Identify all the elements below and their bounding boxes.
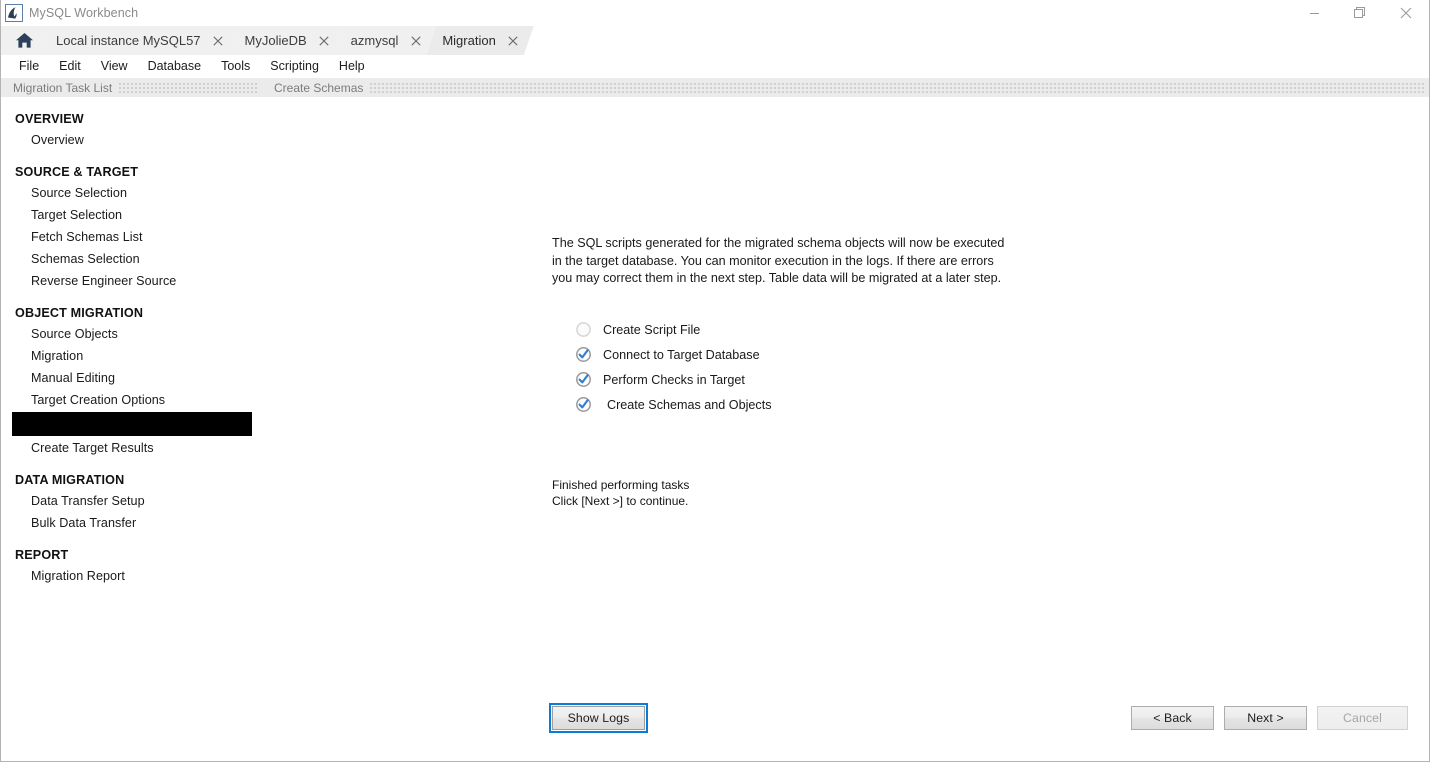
minimize-icon <box>1309 8 1320 19</box>
tab-local-instance-mysql57[interactable]: Local instance MySQL57 <box>40 26 239 55</box>
sidebar-item-reverse-engineer-source[interactable]: Reverse Engineer Source <box>12 270 252 292</box>
create-schemas-page: The SQL scripts generated for the migrat… <box>262 97 1429 752</box>
task-label: Perform Checks in Target <box>603 373 745 387</box>
sidebar-item-migration-report[interactable]: Migration Report <box>12 565 252 587</box>
tab-label: Local instance MySQL57 <box>56 33 201 48</box>
task-checklist: Create Script File Connect to Target Dat… <box>575 317 772 417</box>
content-header-label: Create Schemas <box>274 81 370 95</box>
task-row-connect-to-target-database: Connect to Target Database <box>575 342 772 367</box>
sidebar-item-target-creation-options[interactable]: Target Creation Options <box>12 389 252 411</box>
window-title: MySQL Workbench <box>29 6 138 20</box>
content-panel: Create Schemas The SQL scripts generated… <box>262 78 1429 752</box>
task-group-object-migration: OBJECT MIGRATION <box>12 303 252 323</box>
tab-strip: Local instance MySQL57 MyJolieDB azmysql <box>1 26 1429 55</box>
task-group-overview: OVERVIEW <box>12 109 252 129</box>
close-button[interactable] <box>1383 0 1429 26</box>
intro-description: The SQL scripts generated for the migrat… <box>552 235 1022 288</box>
mysql-dolphin-icon <box>5 4 23 22</box>
close-icon <box>1400 7 1412 19</box>
grip-texture <box>119 82 258 93</box>
task-list-container: OVERVIEW Overview SOURCE & TARGET Source… <box>12 97 252 742</box>
sidebar-item-overview[interactable]: Overview <box>12 129 252 151</box>
tab-close-icon[interactable] <box>507 34 520 47</box>
sidebar-panel: Migration Task List OVERVIEW Overview SO… <box>1 78 262 752</box>
task-row-perform-checks-in-target: Perform Checks in Target <box>575 367 772 392</box>
checkbox-checked-icon[interactable] <box>575 346 592 363</box>
maximize-button[interactable] <box>1337 0 1383 26</box>
content-header: Create Schemas <box>262 78 1429 97</box>
sidebar-header-label: Migration Task List <box>13 81 119 95</box>
title-bar: MySQL Workbench <box>1 0 1429 26</box>
next-button[interactable]: Next > <box>1224 706 1307 730</box>
tab-myjoliedb[interactable]: MyJolieDB <box>229 26 345 55</box>
task-label: Create Schemas and Objects <box>603 398 772 412</box>
window-controls <box>1291 0 1429 26</box>
menu-help[interactable]: Help <box>329 57 375 75</box>
status-message: Finished performing tasks Click [Next >]… <box>552 478 689 509</box>
sidebar-item-manual-editing[interactable]: Manual Editing <box>12 367 252 389</box>
spacer <box>12 151 252 162</box>
menu-bar: File Edit View Database Tools Scripting … <box>1 55 1429 77</box>
checkbox-unchecked-icon[interactable] <box>575 321 592 338</box>
sidebar-item-target-selection[interactable]: Target Selection <box>12 204 252 226</box>
minimize-button[interactable] <box>1291 0 1337 26</box>
back-button[interactable]: < Back <box>1131 706 1214 730</box>
spacer <box>12 534 252 545</box>
sidebar-header: Migration Task List <box>1 78 262 97</box>
sidebar-item-create-schemas[interactable]: Create Schemas <box>12 412 252 436</box>
menu-tools[interactable]: Tools <box>211 57 260 75</box>
spacer <box>12 292 252 303</box>
task-row-create-script-file: Create Script File <box>575 317 772 342</box>
sidebar-item-bulk-data-transfer[interactable]: Bulk Data Transfer <box>12 512 252 534</box>
menu-edit[interactable]: Edit <box>49 57 91 75</box>
tab-label: Migration <box>442 33 495 48</box>
task-label: Connect to Target Database <box>603 348 760 362</box>
spacer <box>12 459 252 470</box>
sidebar-item-create-target-results[interactable]: Create Target Results <box>12 437 252 459</box>
checkbox-checked-icon[interactable] <box>575 396 592 413</box>
menu-view[interactable]: View <box>91 57 138 75</box>
home-icon <box>15 32 34 49</box>
task-group-report: REPORT <box>12 545 252 565</box>
sidebar-item-schemas-selection[interactable]: Schemas Selection <box>12 248 252 270</box>
show-logs-button[interactable]: Show Logs <box>552 706 645 730</box>
checkbox-checked-icon[interactable] <box>575 371 592 388</box>
tab-close-icon[interactable] <box>409 34 422 47</box>
task-group-source-target: SOURCE & TARGET <box>12 162 252 182</box>
tab-close-icon[interactable] <box>212 34 225 47</box>
sidebar-item-source-objects[interactable]: Source Objects <box>12 323 252 345</box>
task-label: Create Script File <box>603 323 700 337</box>
tab-label: MyJolieDB <box>245 33 307 48</box>
grip-texture <box>370 82 1425 93</box>
tab-close-icon[interactable] <box>318 34 331 47</box>
body-split: Migration Task List OVERVIEW Overview SO… <box>1 77 1429 752</box>
footer-buttons: Show Logs < Back Next > Cancel <box>262 706 1429 730</box>
cancel-button: Cancel <box>1317 706 1408 730</box>
sidebar-item-fetch-schemas-list[interactable]: Fetch Schemas List <box>12 226 252 248</box>
menu-database[interactable]: Database <box>138 57 212 75</box>
tab-label: azmysql <box>351 33 399 48</box>
task-row-create-schemas-and-objects: Create Schemas and Objects <box>575 392 772 417</box>
menu-file[interactable]: File <box>9 57 49 75</box>
sidebar-item-source-selection[interactable]: Source Selection <box>12 182 252 204</box>
task-group-data-migration: DATA MIGRATION <box>12 470 252 490</box>
task-list: OVERVIEW Overview SOURCE & TARGET Source… <box>12 97 252 742</box>
sidebar-item-data-transfer-setup[interactable]: Data Transfer Setup <box>12 490 252 512</box>
maximize-icon <box>1354 7 1366 19</box>
application-window: MySQL Workbench <box>0 0 1430 762</box>
sidebar-item-migration[interactable]: Migration <box>12 345 252 367</box>
tab-migration[interactable]: Migration <box>426 26 533 55</box>
tab-azmysql[interactable]: azmysql <box>335 26 437 55</box>
menu-scripting[interactable]: Scripting <box>260 57 329 75</box>
